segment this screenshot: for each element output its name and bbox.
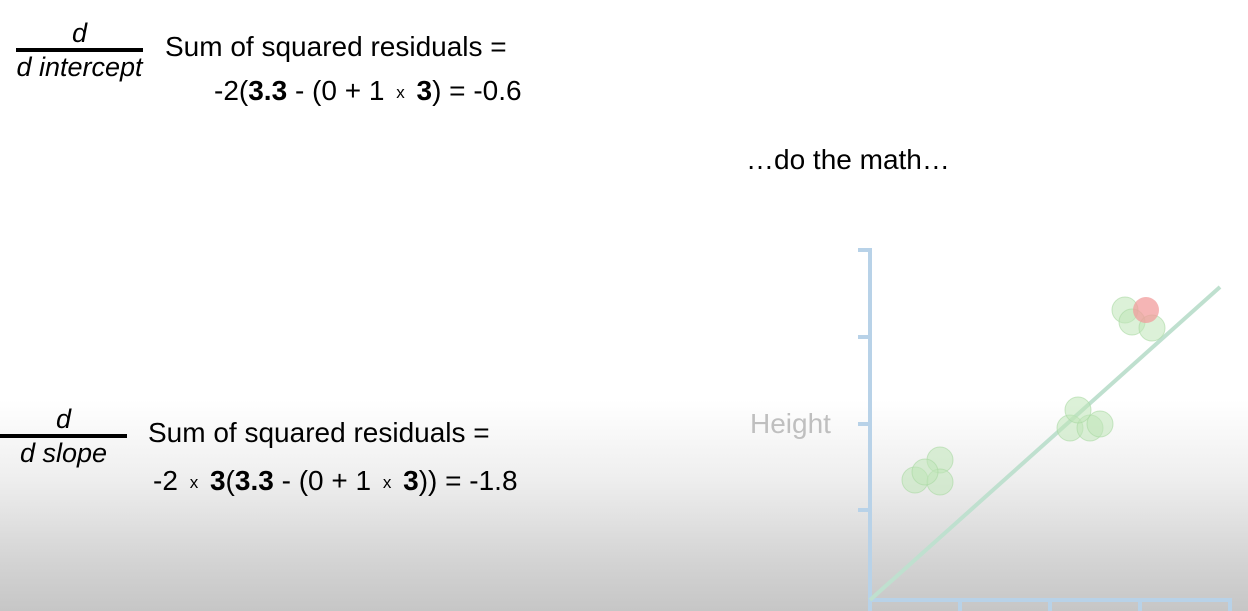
fraction-numerator: d [55, 404, 72, 434]
fitted-line [868, 285, 1222, 602]
highlighted-data-point [1133, 297, 1159, 323]
data-point [1064, 396, 1092, 424]
slope-derivative-fraction: d d slope [0, 404, 127, 468]
data-point [911, 458, 939, 486]
fraction-numerator: d [71, 18, 88, 48]
axes [858, 248, 1232, 611]
fraction-denominator: d intercept [16, 52, 143, 82]
data-point [1086, 410, 1114, 438]
fraction-denominator: d slope [19, 438, 108, 468]
intercept-equation-label: Sum of squared residuals = [165, 31, 507, 62]
do-the-math-caption: …do the math… [746, 144, 950, 175]
points [901, 296, 1166, 496]
intercept-equation-expression: -2(3.3 - (0 + 1 x 3) = -0.6 [214, 75, 522, 106]
slope-equation-label: Sum of squared residuals = [148, 417, 490, 448]
scatter-plot [858, 248, 1232, 611]
intercept-derivative-fraction: d d intercept [2, 18, 157, 82]
y-axis-label: Height [750, 408, 831, 439]
slope-equation-expression: -2 x 3(3.3 - (0 + 1 x 3)) = -1.8 [153, 465, 518, 496]
